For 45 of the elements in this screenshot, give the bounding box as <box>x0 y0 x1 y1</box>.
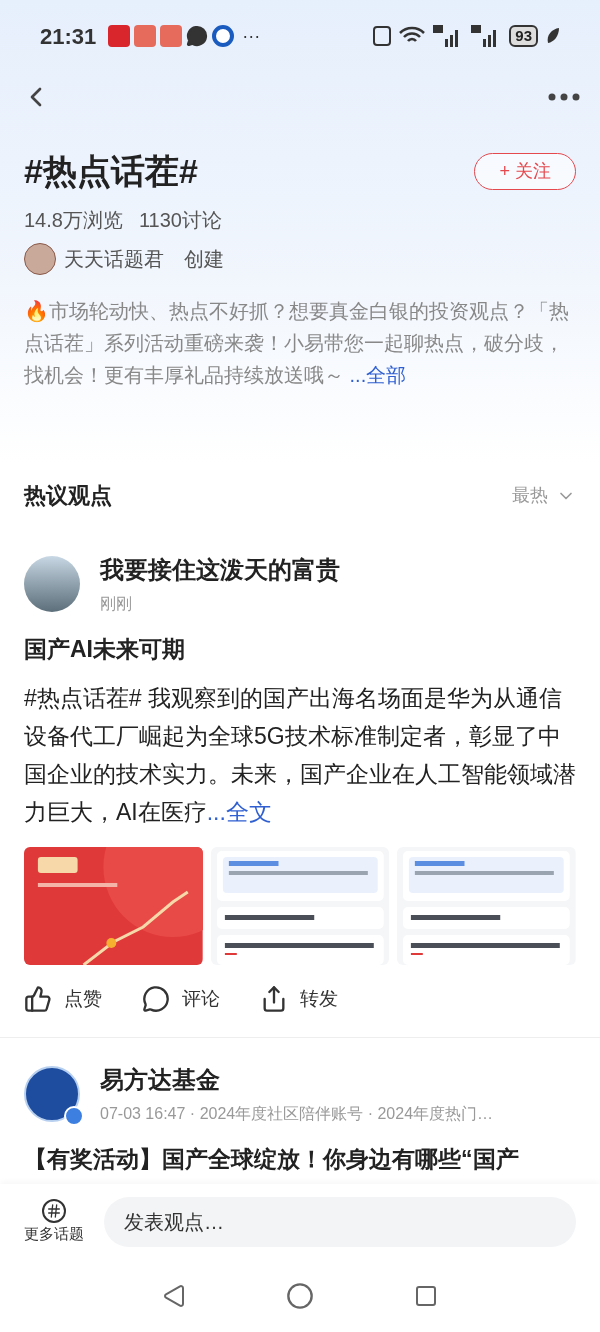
comment-input[interactable]: 发表观点… <box>104 1197 576 1247</box>
avatar <box>24 243 56 275</box>
view-count: 14.8万浏览 <box>24 208 123 233</box>
speech-bubble-icon <box>142 984 170 1013</box>
hashtag-icon <box>42 1198 66 1223</box>
author-name: 易方达基金 <box>100 1065 221 1095</box>
post-time: 07-03 16:47 · 2024年度社区陪伴账号 · 2024年度热门… <box>100 1104 494 1124</box>
expand-link[interactable]: ...全部 <box>349 364 407 386</box>
home-circle-icon <box>286 1282 314 1310</box>
creator-name: 天天话题君 <box>64 247 164 272</box>
avatar <box>24 556 80 612</box>
home-nav-button[interactable] <box>286 1282 314 1310</box>
clock: 21:31 <box>40 22 97 51</box>
full-text-link[interactable]: ...全文 <box>206 798 272 825</box>
like-button[interactable]: 点赞 <box>24 984 102 1013</box>
more-icon <box>548 93 580 101</box>
topic-description: 🔥市场轮动快、热点不好抓？想要真金白银的投资观点？「热点话茬」系列活动重磅来袭！小易带您一起聊热点，破分歧，找机会！更有丰厚礼品持续放送哦～ ...全部 <box>24 299 570 388</box>
chat-icon <box>186 25 209 47</box>
more-button[interactable] <box>548 93 580 101</box>
back-nav-button[interactable] <box>162 1284 186 1308</box>
post-title: 国产AI未来可期 <box>24 635 186 664</box>
back-triangle-icon <box>162 1284 186 1308</box>
recents-nav-button[interactable] <box>414 1284 438 1308</box>
avatar <box>24 1066 80 1122</box>
recents-square-icon <box>414 1284 438 1308</box>
topic-title: #热点话茬# <box>24 151 198 192</box>
follow-button[interactable]: + 关注 <box>474 153 576 190</box>
thumbs-up-icon <box>24 984 52 1013</box>
post-time: 刚刚 <box>100 594 133 614</box>
discussion-count: 1130讨论 <box>138 208 222 233</box>
more-notifications: ··· <box>242 24 261 48</box>
author-name: 我要接住这泼天的富贵 <box>100 555 340 585</box>
share-button[interactable]: 转发 <box>260 984 338 1013</box>
leaf-icon <box>546 27 560 45</box>
app-notification-icon <box>108 25 131 47</box>
creator-label: 创建 <box>184 247 224 272</box>
verified-badge <box>64 1106 84 1126</box>
post-body: #热点话茬# 我观察到的国产出海名场面是华为从通信设备代工厂崛起为全球5G技术标准制定者，彰显了中国企业的技术实力。未来，国产企业在人工智能领域潜力巨大，AI在医疗...全文 <box>24 683 576 827</box>
post-title: 【有奖活动】国产全球绽放！你身边有哪些“国产 <box>24 1145 520 1174</box>
app-notification-icon <box>160 25 183 47</box>
comment-button[interactable]: 评论 <box>142 984 220 1013</box>
battery-level: 93 <box>509 25 538 47</box>
app-notification-icon <box>134 25 157 47</box>
more-topics-button[interactable]: 更多话题 <box>24 1198 84 1246</box>
section-title: 热议观点 <box>24 482 112 510</box>
